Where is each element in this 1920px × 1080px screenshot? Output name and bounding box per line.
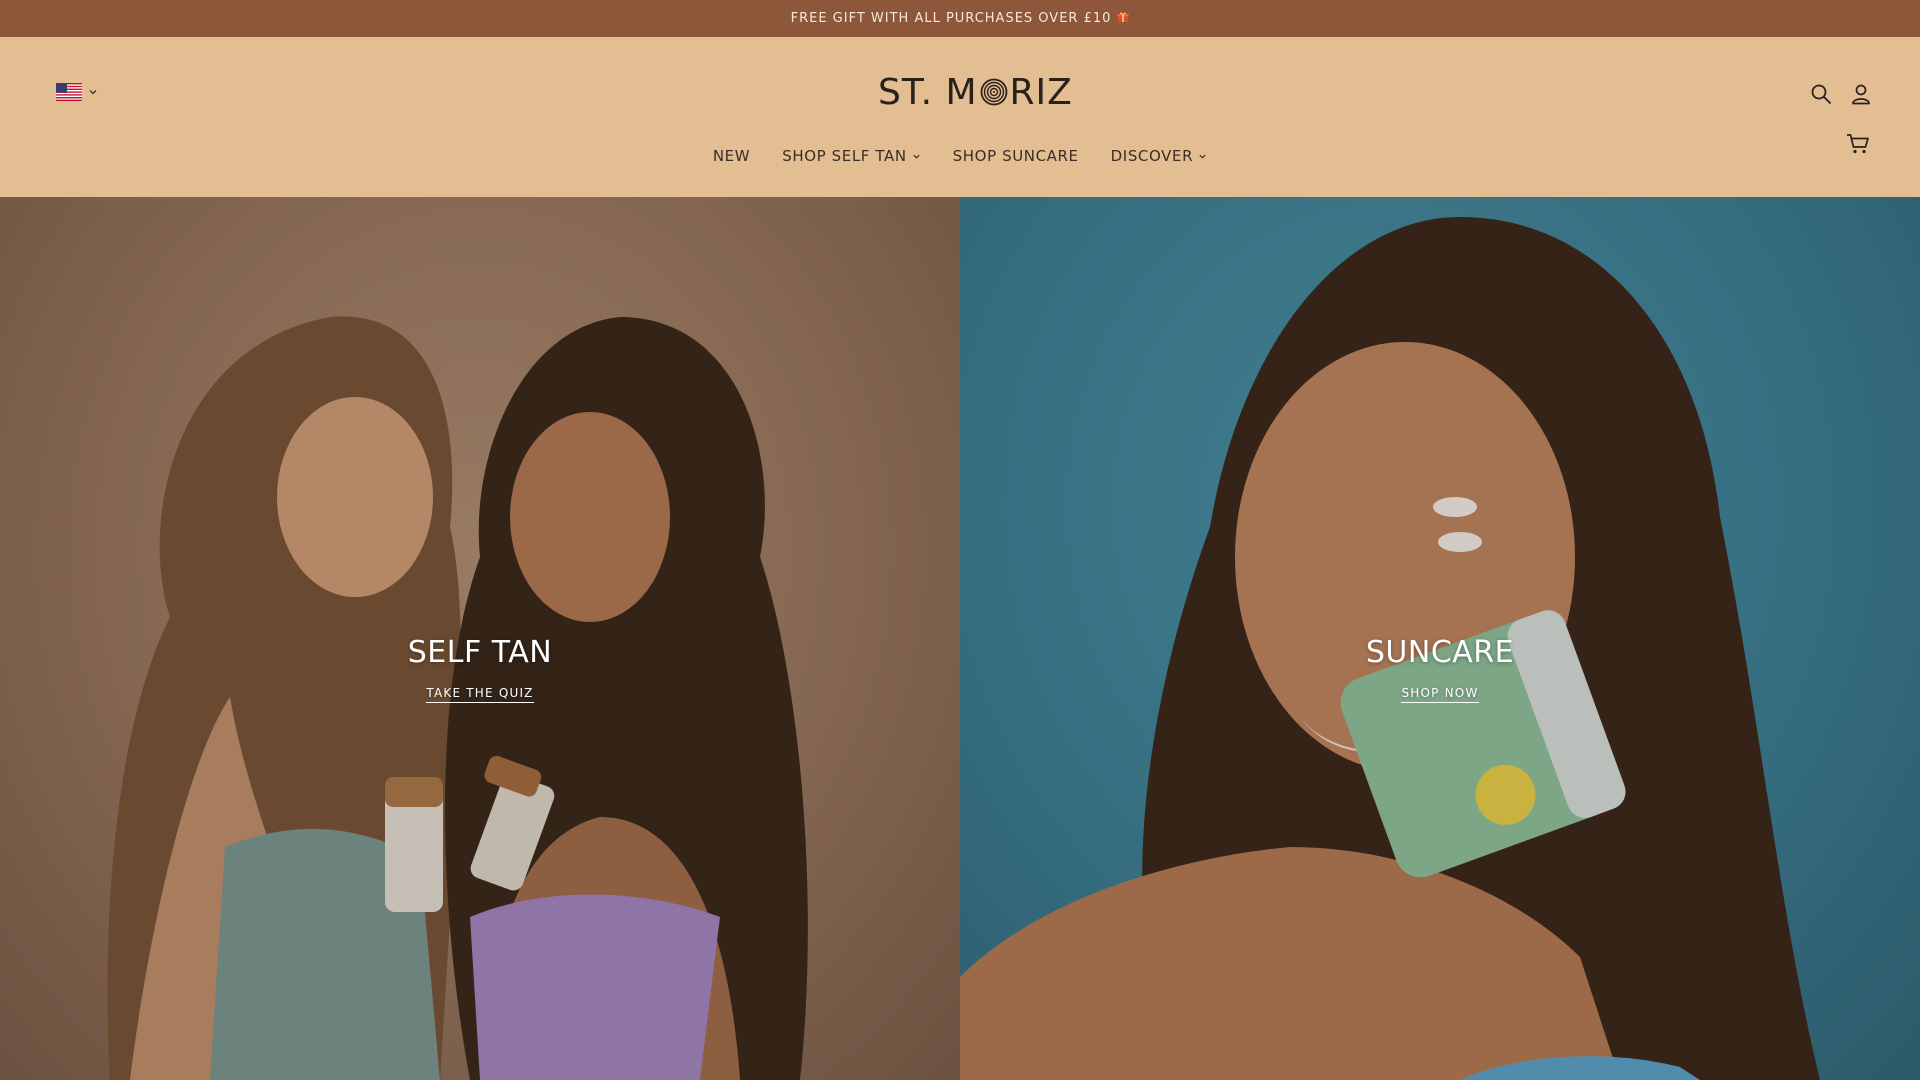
brand-logo[interactable]: ST. M RIZ	[878, 71, 1073, 113]
nav-item-label: DISCOVER	[1110, 147, 1194, 165]
hero-self-tan-content: SELF TAN TAKE THE QUIZ	[0, 635, 960, 703]
nav-item-label: SHOP SUNCARE	[952, 147, 1079, 165]
logo-text-right: RIZ	[1009, 71, 1073, 113]
shop-now-link[interactable]: SHOP NOW	[1401, 686, 1479, 703]
announcement-bar: FREE GIFT WITH ALL PURCHASES OVER £10	[0, 0, 1920, 37]
nav-item-label: SHOP SELF TAN	[782, 147, 907, 165]
chevron-down-icon	[1199, 154, 1206, 159]
logo-emblem-icon	[980, 78, 1007, 106]
search-icon[interactable]	[1810, 83, 1832, 105]
chevron-down-icon	[913, 154, 920, 159]
site-header: ST. M RIZ NEW SHOP SELF TAN SHOP SUNCARE…	[0, 37, 1920, 197]
main-nav: NEW SHOP SELF TAN SHOP SUNCARE DISCOVER	[0, 147, 1920, 165]
logo-text-left: ST. M	[878, 71, 978, 113]
hero-self-tan-title: SELF TAN	[407, 635, 553, 670]
announcement-text: FREE GIFT WITH ALL PURCHASES OVER £10	[791, 11, 1130, 26]
hero-suncare-content: SUNCARE SHOP NOW	[960, 635, 1920, 703]
nav-item-shop-self-tan[interactable]: SHOP SELF TAN	[782, 147, 920, 165]
account-icon[interactable]	[1850, 83, 1872, 105]
country-selector[interactable]	[56, 83, 98, 101]
us-flag-icon	[56, 83, 82, 101]
header-icons	[1810, 83, 1872, 105]
hero-self-tan[interactable]: SELF TAN TAKE THE QUIZ	[0, 197, 960, 1080]
take-the-quiz-link[interactable]: TAKE THE QUIZ	[426, 686, 534, 703]
gift-icon	[1117, 12, 1129, 22]
announcement-label: FREE GIFT WITH ALL PURCHASES OVER £10	[790, 11, 1112, 26]
hero-suncare-title: SUNCARE	[1365, 635, 1515, 670]
nav-item-discover[interactable]: DISCOVER	[1111, 147, 1207, 165]
chevron-down-icon	[89, 90, 97, 95]
hero-suncare[interactable]: SUNCARE SHOP NOW	[960, 197, 1920, 1080]
nav-item-label: NEW	[712, 147, 751, 165]
nav-item-new[interactable]: NEW	[713, 147, 750, 165]
nav-item-shop-suncare[interactable]: SHOP SUNCARE	[953, 147, 1079, 165]
